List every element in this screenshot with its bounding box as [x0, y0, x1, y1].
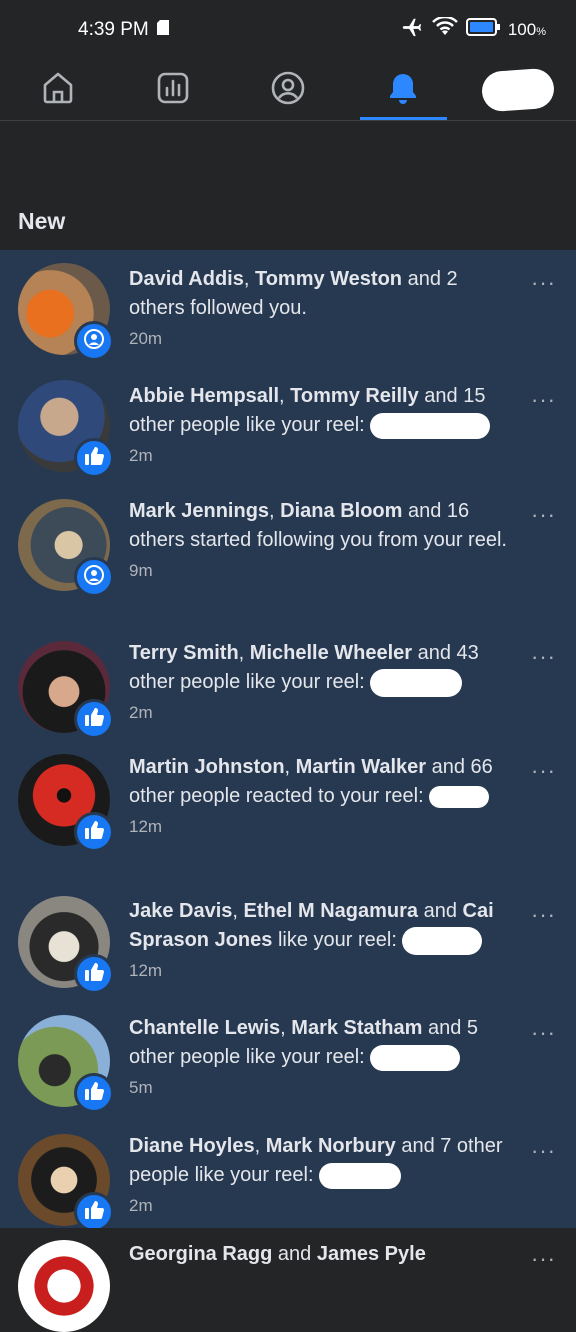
redacted-reel-title — [319, 1162, 402, 1189]
thumbs-up-icon — [83, 706, 105, 733]
like-badge — [74, 812, 114, 852]
profile-icon — [270, 70, 306, 111]
sd-card-icon — [156, 19, 169, 41]
notification-text: Abbie Hempsall, Tommy Reilly and 15 othe… — [129, 382, 510, 440]
timestamp: 12m — [129, 817, 163, 836]
notification-text: Georgina Ragg and James Pyle — [129, 1243, 426, 1265]
like-badge — [74, 954, 114, 994]
bell-icon — [385, 70, 421, 111]
wifi-icon — [431, 15, 458, 43]
more-options-icon[interactable]: ··· — [531, 644, 556, 670]
battery-percent: 100% — [507, 20, 546, 39]
home-icon — [40, 70, 76, 111]
redacted-avatar — [481, 67, 556, 113]
notifications-tab[interactable] — [346, 60, 461, 120]
notification-item[interactable]: Chantelle Lewis, Mark Statham and 5 othe… — [0, 1002, 576, 1120]
like-badge — [74, 1073, 114, 1113]
more-options-icon[interactable]: ··· — [531, 502, 556, 528]
notification-item[interactable]: Mark Jennings, Diana Bloom and 16 others… — [0, 484, 576, 626]
thumbs-up-icon — [83, 1199, 105, 1226]
more-options-icon[interactable]: ··· — [531, 758, 556, 784]
clock: 4:39 PM — [78, 19, 149, 40]
notification-item[interactable]: Jake Davis, Ethel M Nagamura and Cai Spr… — [0, 885, 576, 1002]
notification-text: Mark Jennings, Diana Bloom and 16 others… — [129, 500, 507, 551]
notification-text: Chantelle Lewis, Mark Statham and 5 othe… — [129, 1014, 510, 1072]
timestamp: 5m — [129, 1078, 153, 1097]
profile-icon — [83, 328, 105, 355]
more-options-icon[interactable]: ··· — [531, 902, 556, 928]
timestamp: 2m — [129, 446, 153, 465]
follow-badge — [74, 557, 114, 597]
section-title: New — [18, 208, 66, 234]
timestamp: 20m — [129, 329, 163, 348]
top-nav — [0, 60, 576, 121]
more-options-icon[interactable]: ··· — [531, 1020, 556, 1046]
redacted-reel-title — [370, 668, 463, 697]
notification-text: Jake Davis, Ethel M Nagamura and Cai Spr… — [129, 897, 510, 955]
dashboard-tab[interactable] — [115, 60, 230, 120]
notification-item[interactable]: David Addis, Tommy Weston and 2 others f… — [0, 250, 576, 367]
notification-list: David Addis, Tommy Weston and 2 others f… — [0, 250, 576, 1332]
more-options-icon[interactable]: ··· — [531, 387, 556, 413]
timestamp: 9m — [129, 561, 153, 580]
battery-icon — [465, 18, 500, 42]
more-options-icon[interactable]: ··· — [531, 1246, 556, 1272]
status-bar: 4:39 PM 100% — [0, 0, 576, 60]
notification-text: Diane Hoyles, Mark Norbury and 7 other p… — [129, 1132, 510, 1190]
follow-badge — [74, 321, 114, 361]
profile-tab[interactable] — [230, 60, 345, 120]
notification-item[interactable]: Diane Hoyles, Mark Norbury and 7 other p… — [0, 1120, 576, 1232]
timestamp: 2m — [129, 1196, 153, 1215]
profile-icon — [83, 564, 105, 591]
bar-chart-icon — [155, 70, 191, 111]
timestamp: 2m — [129, 703, 153, 722]
redacted-reel-title — [370, 412, 491, 439]
notification-item[interactable]: Georgina Ragg and James Pyle ··· — [0, 1228, 576, 1332]
avatar — [18, 1240, 110, 1332]
redacted-reel-title — [370, 1044, 461, 1071]
thumbs-up-icon — [83, 445, 105, 472]
notification-item[interactable]: Terry Smith, Michelle Wheeler and 43 oth… — [0, 626, 576, 742]
timestamp: 12m — [129, 961, 163, 980]
home-tab[interactable] — [0, 60, 115, 120]
thumbs-up-icon — [83, 961, 105, 988]
notification-item[interactable]: Martin Johnston, Martin Walker and 66 ot… — [0, 742, 576, 885]
like-badge — [74, 699, 114, 739]
airplane-icon — [400, 16, 424, 44]
notification-item[interactable]: Abbie Hempsall, Tommy Reilly and 15 othe… — [0, 367, 576, 484]
notification-text: Terry Smith, Michelle Wheeler and 43 oth… — [129, 639, 510, 697]
like-badge — [74, 438, 114, 478]
notification-text: Martin Johnston, Martin Walker and 66 ot… — [129, 756, 493, 808]
redacted-reel-title — [402, 926, 483, 955]
more-options-icon[interactable]: ··· — [531, 270, 556, 296]
notification-text: David Addis, Tommy Weston and 2 others f… — [129, 268, 458, 319]
account-tab[interactable] — [461, 60, 576, 120]
more-options-icon[interactable]: ··· — [531, 1138, 556, 1164]
thumbs-up-icon — [83, 1080, 105, 1107]
like-badge — [74, 1192, 114, 1232]
thumbs-up-icon — [83, 819, 105, 846]
redacted-reel-title — [429, 785, 490, 808]
